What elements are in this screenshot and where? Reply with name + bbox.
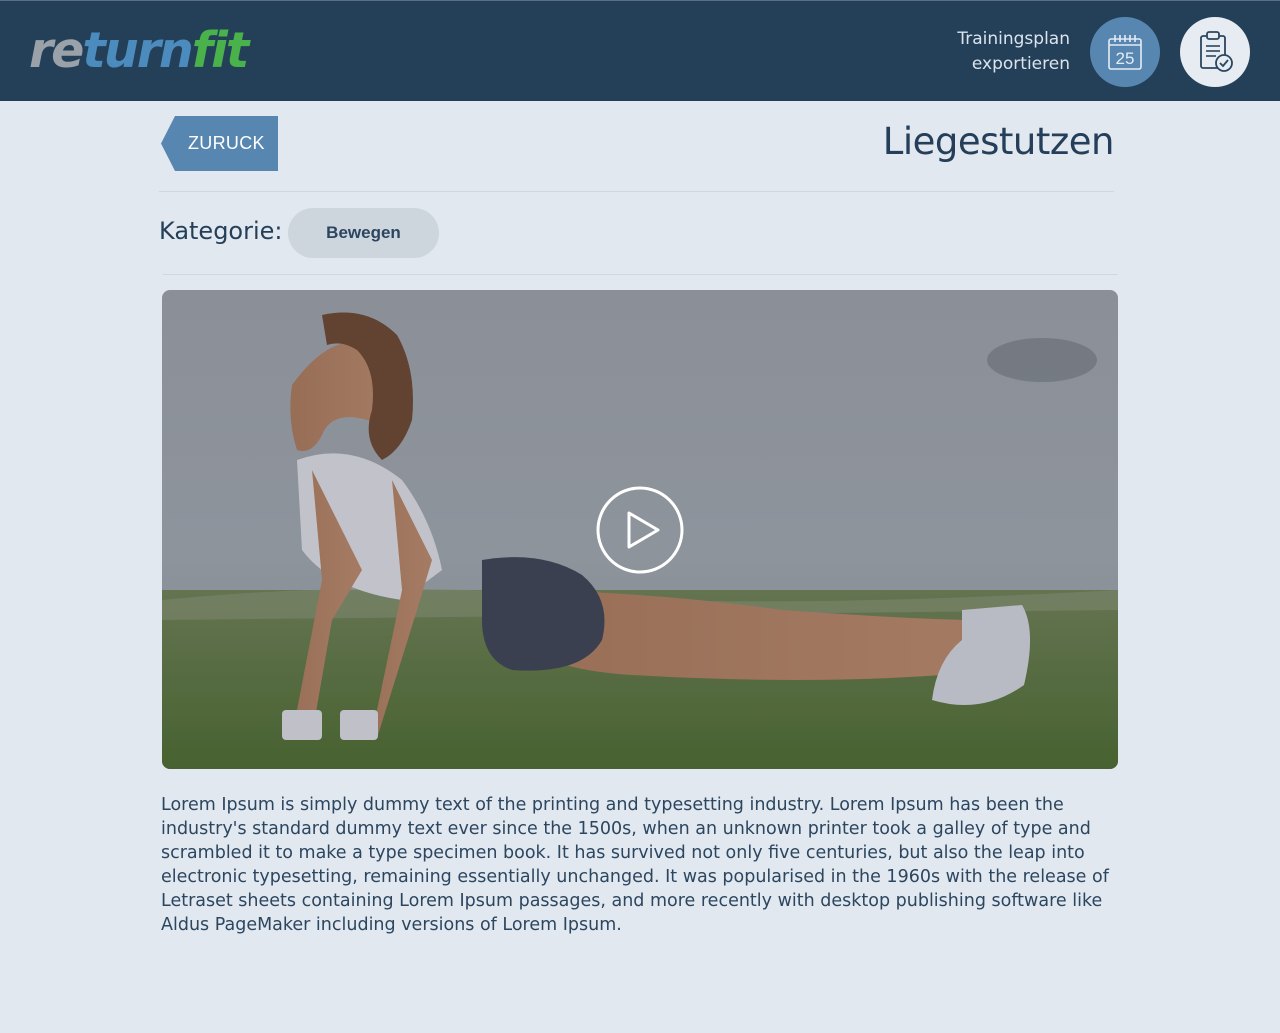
training-plan-button[interactable] <box>1180 17 1250 87</box>
exercise-video[interactable] <box>162 290 1118 769</box>
category-label: Kategorie: <box>159 217 283 245</box>
app-header: returnfit Trainingsplan exportieren 25 <box>0 0 1280 101</box>
play-icon[interactable] <box>596 486 684 574</box>
calendar-icon: 25 <box>1108 35 1142 70</box>
exercise-description: Lorem Ipsum is simply dummy text of the … <box>161 795 1109 935</box>
back-button-label: ZURUCK <box>188 133 265 153</box>
logo-part-turn: turn <box>82 22 193 79</box>
divider <box>159 191 1114 192</box>
clipboard-check-icon <box>1200 31 1233 72</box>
page-title: Liegestutzen <box>882 120 1115 163</box>
logo-part-fit: fit <box>191 22 250 79</box>
export-label-line2: exportieren <box>971 54 1070 74</box>
export-calendar-button[interactable]: 25 <box>1090 17 1160 87</box>
logo-part-re: re <box>29 22 84 79</box>
export-label-line1: Trainingsplan <box>957 29 1070 49</box>
export-training-plan-label[interactable]: Trainingsplan exportieren <box>910 27 1070 77</box>
returnfit-logo[interactable]: returnfit <box>29 22 250 79</box>
calendar-day-number: 25 <box>1116 49 1135 68</box>
divider <box>163 274 1118 275</box>
back-button[interactable]: ZURUCK <box>161 116 278 171</box>
category-badge[interactable]: Bewegen <box>288 208 439 258</box>
